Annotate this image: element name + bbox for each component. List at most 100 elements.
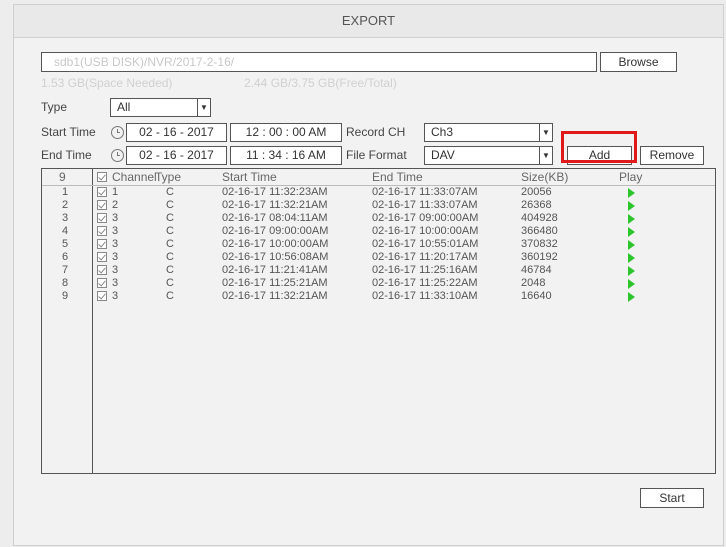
- record-ch-select[interactable]: Ch3 ▼: [424, 123, 553, 142]
- play-icon[interactable]: [628, 227, 635, 237]
- row-channel: 3: [112, 212, 119, 224]
- row-type: C: [166, 251, 174, 263]
- row-type: C: [166, 277, 174, 289]
- play-icon[interactable]: [628, 188, 635, 198]
- record-ch-value: Ch3: [431, 125, 454, 139]
- row-type: C: [166, 199, 174, 211]
- table-row[interactable]: 3 3 C 02-16-17 08:04:11AM 02-16-17 09:00…: [42, 212, 715, 225]
- row-start-time: 02-16-17 11:32:23AM: [222, 186, 328, 198]
- clock-icon: [111, 149, 124, 162]
- row-checkbox[interactable]: [97, 239, 107, 249]
- row-size: 2048: [521, 277, 546, 289]
- row-end-time: 02-16-17 10:00:00AM: [372, 225, 479, 237]
- chevron-down-icon: ▼: [197, 99, 210, 116]
- row-size: 360192: [521, 251, 558, 263]
- row-end-time: 02-16-17 10:55:01AM: [372, 238, 479, 250]
- row-channel: 2: [112, 199, 119, 211]
- row-end-time: 02-16-17 11:25:16AM: [372, 264, 478, 276]
- row-index: 9: [62, 290, 69, 302]
- chevron-down-icon: ▼: [539, 124, 552, 141]
- table-row[interactable]: 7 3 C 02-16-17 11:21:41AM 02-16-17 11:25…: [42, 264, 715, 277]
- table-row[interactable]: 9 3 C 02-16-17 11:32:21AM 02-16-17 11:33…: [42, 290, 715, 303]
- row-start-time: 02-16-17 11:32:21AM: [222, 290, 328, 302]
- play-icon[interactable]: [628, 266, 635, 276]
- record-table: 9 Channel Type Start Time End Time Size(…: [41, 168, 716, 474]
- header-type: Type: [155, 170, 182, 184]
- row-end-time: 02-16-17 11:20:17AM: [372, 251, 478, 263]
- row-type: C: [166, 264, 174, 276]
- end-date-field[interactable]: 02 - 16 - 2017: [126, 146, 227, 165]
- row-type: C: [166, 186, 174, 198]
- row-checkbox[interactable]: [97, 291, 107, 301]
- row-end-time: 02-16-17 11:33:07AM: [372, 186, 478, 198]
- table-row[interactable]: 4 3 C 02-16-17 09:00:00AM 02-16-17 10:00…: [42, 225, 715, 238]
- row-checkbox[interactable]: [97, 265, 107, 275]
- file-format-value: DAV: [431, 148, 455, 162]
- file-format-select[interactable]: DAV ▼: [424, 146, 553, 165]
- row-checkbox[interactable]: [97, 252, 107, 262]
- table-row[interactable]: 6 3 C 02-16-17 10:56:08AM 02-16-17 11:20…: [42, 251, 715, 264]
- row-type: C: [166, 225, 174, 237]
- end-time-field[interactable]: 11 : 34 : 16 AM: [230, 146, 342, 165]
- row-end-time: 02-16-17 09:00:00AM: [372, 212, 479, 224]
- select-all-checkbox[interactable]: [97, 172, 107, 182]
- play-icon[interactable]: [628, 240, 635, 250]
- header-play: Play: [619, 170, 643, 184]
- start-button[interactable]: Start: [640, 488, 704, 508]
- clock-icon: [111, 126, 124, 139]
- record-ch-label: Record CH: [346, 125, 406, 139]
- play-icon[interactable]: [628, 253, 635, 263]
- row-channel: 3: [112, 225, 119, 237]
- row-channel: 3: [112, 290, 119, 302]
- row-index: 6: [62, 251, 69, 263]
- row-channel: 3: [112, 251, 119, 263]
- remove-button[interactable]: Remove: [640, 146, 704, 165]
- start-time-field[interactable]: 12 : 00 : 00 AM: [230, 123, 342, 142]
- row-checkbox[interactable]: [97, 226, 107, 236]
- row-index: 8: [62, 277, 69, 289]
- start-date-field[interactable]: 02 - 16 - 2017: [126, 123, 227, 142]
- header-start-time: Start Time: [222, 170, 277, 184]
- row-size: 26368: [521, 199, 552, 211]
- row-end-time: 02-16-17 11:25:22AM: [372, 277, 478, 289]
- start-time-label: Start Time: [41, 125, 96, 139]
- type-select[interactable]: All ▼: [110, 98, 211, 117]
- row-size: 20056: [521, 186, 552, 198]
- row-index: 3: [62, 212, 69, 224]
- table-row[interactable]: 1 1 C 02-16-17 11:32:23AM 02-16-17 11:33…: [42, 186, 715, 199]
- free-total-space-text: 2.44 GB/3.75 GB(Free/Total): [244, 76, 397, 90]
- row-size: 370832: [521, 238, 558, 250]
- row-checkbox[interactable]: [97, 278, 107, 288]
- table-row[interactable]: 8 3 C 02-16-17 11:25:21AM 02-16-17 11:25…: [42, 277, 715, 290]
- row-index: 4: [62, 225, 69, 237]
- row-checkbox[interactable]: [97, 200, 107, 210]
- row-type: C: [166, 238, 174, 250]
- record-count: 9: [59, 170, 66, 184]
- play-icon[interactable]: [628, 201, 635, 211]
- row-size: 366480: [521, 225, 558, 237]
- play-icon[interactable]: [628, 292, 635, 302]
- row-start-time: 02-16-17 11:21:41AM: [222, 264, 328, 276]
- dialog-title: EXPORT: [14, 5, 723, 38]
- row-checkbox[interactable]: [97, 187, 107, 197]
- chevron-down-icon: ▼: [539, 147, 552, 164]
- row-channel: 3: [112, 264, 119, 276]
- file-format-label: File Format: [346, 148, 407, 162]
- table-row[interactable]: 2 2 C 02-16-17 11:32:21AM 02-16-17 11:33…: [42, 199, 715, 212]
- export-path-field[interactable]: sdb1(USB DISK)/NVR/2017-2-16/: [41, 52, 597, 72]
- row-end-time: 02-16-17 11:33:10AM: [372, 290, 478, 302]
- play-icon[interactable]: [628, 279, 635, 289]
- row-channel: 3: [112, 238, 119, 250]
- play-icon[interactable]: [628, 214, 635, 224]
- table-row[interactable]: 5 3 C 02-16-17 10:00:00AM 02-16-17 10:55…: [42, 238, 715, 251]
- row-checkbox[interactable]: [97, 213, 107, 223]
- header-end-time: End Time: [372, 170, 423, 184]
- export-dialog: EXPORT sdb1(USB DISK)/NVR/2017-2-16/ Bro…: [13, 4, 724, 546]
- row-start-time: 02-16-17 10:56:08AM: [222, 251, 329, 263]
- row-start-time: 02-16-17 10:00:00AM: [222, 238, 329, 250]
- row-channel: 3: [112, 277, 119, 289]
- browse-button[interactable]: Browse: [600, 52, 677, 72]
- row-start-time: 02-16-17 11:32:21AM: [222, 199, 328, 211]
- row-size: 16640: [521, 290, 552, 302]
- row-index: 5: [62, 238, 69, 250]
